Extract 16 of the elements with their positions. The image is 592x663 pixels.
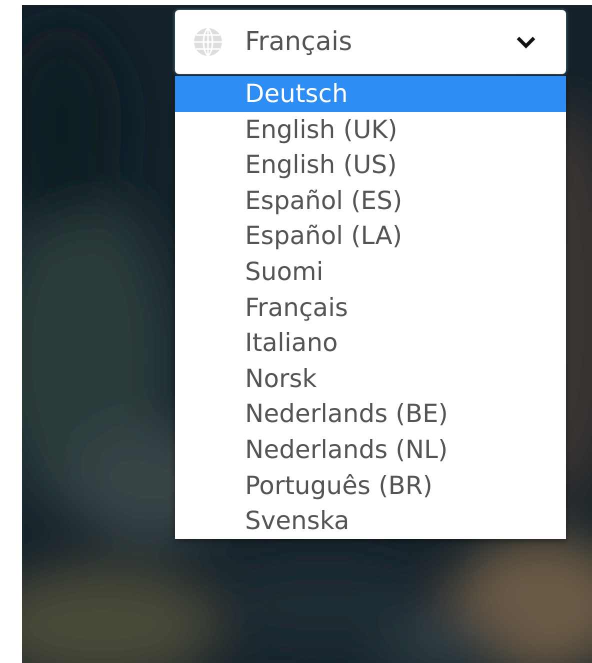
language-option[interactable]: Français bbox=[175, 290, 566, 326]
chevron-down-icon bbox=[516, 35, 536, 49]
language-option[interactable]: Español (LA) bbox=[175, 218, 566, 254]
language-option[interactable]: English (US) bbox=[175, 147, 566, 183]
language-option[interactable]: Nederlands (NL) bbox=[175, 432, 566, 468]
language-option[interactable]: Español (ES) bbox=[175, 182, 566, 218]
language-option[interactable]: Nederlands (BE) bbox=[175, 396, 566, 432]
language-option[interactable]: Português (BR) bbox=[175, 468, 566, 504]
language-option[interactable]: Suomi bbox=[175, 254, 566, 290]
language-option[interactable]: Svenska bbox=[175, 503, 566, 539]
language-option[interactable]: English (UK) bbox=[175, 112, 566, 148]
globe-icon bbox=[193, 27, 223, 57]
language-select[interactable]: Français bbox=[175, 10, 566, 74]
language-option[interactable]: Norsk bbox=[175, 360, 566, 396]
language-option[interactable]: Italiano bbox=[175, 325, 566, 361]
selected-language: Français bbox=[245, 27, 354, 57]
